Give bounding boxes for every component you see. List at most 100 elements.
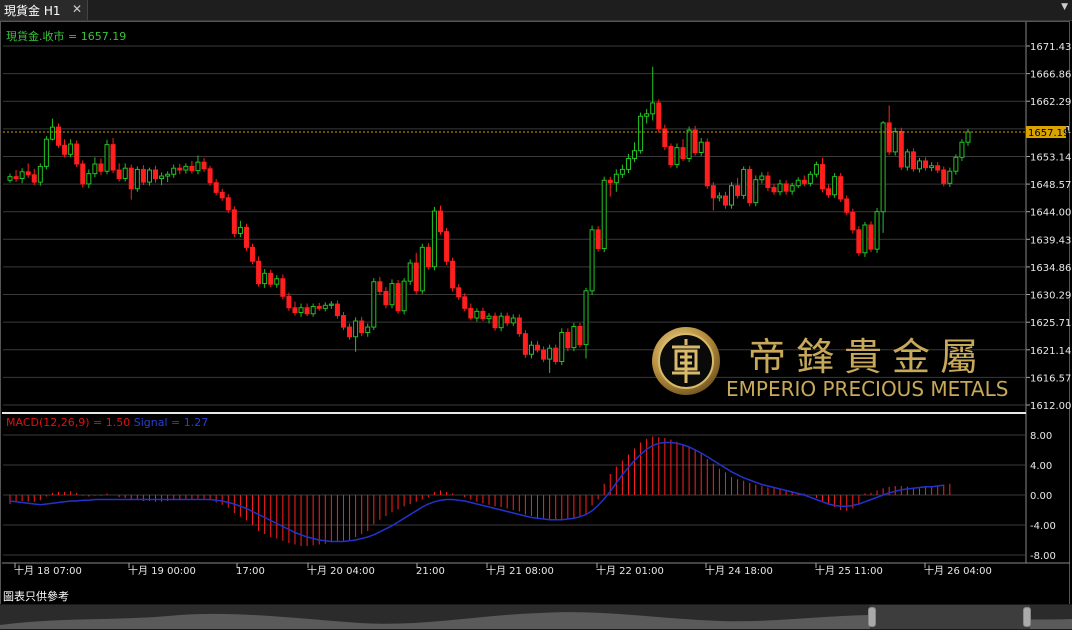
candle-body [735, 185, 741, 196]
candle-body [680, 147, 686, 160]
candle-body [74, 143, 80, 165]
candle-body [826, 188, 832, 196]
brand-name-chinese: 帝鋒貴金屬 [748, 335, 989, 379]
candle-body [553, 347, 559, 363]
price-tick-label: 1648.57 [1030, 180, 1071, 191]
candle-body [722, 195, 728, 206]
price-chart[interactable]: 1671.431666.861662.291657.711653.141648.… [0, 0, 1072, 604]
candle-body [692, 129, 698, 153]
candle-body [86, 173, 92, 185]
candle-body [759, 175, 765, 181]
price-tick-label: 1666.86 [1030, 70, 1071, 81]
candle-body [819, 164, 825, 190]
candle-body [480, 310, 486, 320]
candle-body [498, 315, 504, 329]
candle-body [334, 303, 340, 317]
candle-body [280, 278, 286, 297]
candle-body [953, 156, 959, 172]
candle-body [916, 160, 922, 170]
candle-body [49, 126, 55, 140]
scroll-handle-left[interactable] [868, 607, 876, 627]
candle-body [37, 165, 43, 183]
candle-body [838, 176, 844, 200]
candle-body [795, 179, 801, 187]
candle-body [292, 307, 298, 314]
candle-body [856, 229, 862, 254]
candle-body [923, 160, 929, 169]
candle-body [474, 310, 480, 319]
candle-body [468, 307, 474, 319]
time-tick-label: 21:00 [416, 566, 445, 577]
candle-body [504, 315, 510, 324]
candle-body [577, 325, 583, 346]
candle-body [159, 175, 165, 179]
price-tick-label: 1616.57 [1030, 373, 1071, 384]
candle-body [365, 326, 371, 334]
candle-body [656, 102, 662, 130]
candle-body [316, 306, 322, 309]
time-tick-label: 十月 26 04:00 [924, 564, 992, 577]
candle-body [371, 281, 377, 328]
candle-body [832, 176, 838, 196]
candle-body [153, 169, 159, 179]
candle-body [250, 246, 256, 262]
candle-body [31, 174, 37, 183]
time-tick-label: 十月 22 01:00 [596, 564, 664, 577]
signal-value-label: Signal = 1.27 [133, 416, 209, 429]
candle-body [965, 131, 971, 143]
macd-tick-label: -8.00 [1030, 551, 1056, 562]
candle-body [450, 260, 456, 289]
macd-value-label: MACD(12,26,9) = 1.50 [6, 416, 131, 429]
candle-body [401, 280, 407, 312]
candle-body [613, 173, 619, 184]
candle-body [638, 115, 644, 152]
candle-body [146, 169, 152, 183]
disclaimer-text: 圖表只供參考 [3, 590, 69, 603]
price-tick-label: 1644.00 [1030, 208, 1071, 219]
candle-body [13, 176, 19, 179]
scroll-handle-right[interactable] [1023, 607, 1031, 627]
candle-body [431, 210, 437, 268]
scrollbar-track[interactable] [0, 605, 1072, 629]
candle-body [122, 167, 128, 179]
candle-body [486, 315, 492, 320]
candle-body [789, 185, 795, 192]
price-tick-label: 1639.43 [1030, 235, 1071, 246]
candle-body [128, 167, 134, 190]
candle-body [541, 349, 547, 360]
price-tick-label: 1630.29 [1030, 291, 1071, 302]
candle-body [765, 175, 771, 189]
candle-body [19, 171, 25, 179]
candle-body [383, 290, 389, 306]
candle-body [892, 130, 898, 153]
candle-body [92, 163, 98, 175]
candle-body [741, 168, 747, 196]
candle-body [807, 173, 813, 184]
candle-body [589, 229, 595, 292]
candle-body [729, 185, 735, 206]
price-tick-label: 1653.14 [1030, 152, 1071, 163]
candle-body [425, 246, 431, 268]
candle-body [528, 344, 534, 355]
candle-body [625, 158, 631, 170]
candle-body [650, 102, 656, 115]
candle-body [201, 161, 207, 170]
candle-body [268, 272, 274, 285]
candle-body [340, 315, 346, 328]
candle-body [195, 161, 201, 172]
candle-body [419, 246, 425, 292]
candle-body [444, 231, 450, 262]
candle-body [935, 165, 941, 171]
candle-body [322, 304, 328, 309]
candle-body [98, 163, 104, 172]
candle-body [237, 226, 243, 234]
candle-body [510, 317, 516, 324]
candle-body [850, 211, 856, 231]
candle-body [783, 183, 789, 192]
history-scrollbar[interactable] [0, 604, 1072, 630]
last-price-value: 1657.19 [1028, 128, 1069, 139]
time-tick-label: 17:00 [236, 566, 265, 577]
candle-body [462, 296, 468, 309]
candle-body [686, 129, 692, 160]
candle-body [56, 126, 62, 146]
